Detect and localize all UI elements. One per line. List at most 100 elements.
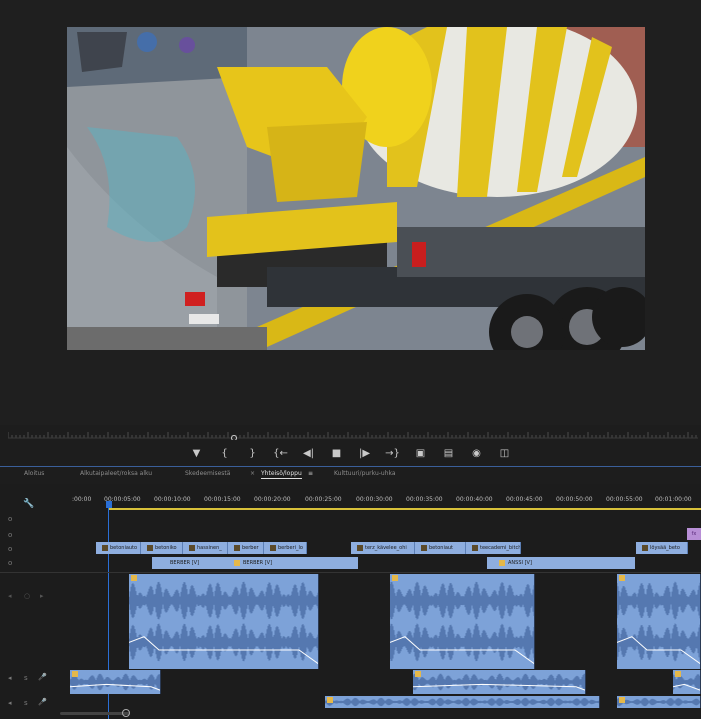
audio-clip[interactable] — [70, 670, 161, 694]
microphone-icon[interactable]: 🎤 — [38, 673, 47, 681]
step-forward-button[interactable]: |▶ — [354, 443, 376, 463]
eye-icon[interactable]: o — [8, 559, 12, 567]
timecode-label: 00:00:40:00 — [456, 496, 493, 503]
track-lock-icon[interactable]: ◂ — [8, 592, 12, 600]
video-clip[interactable]: BERBER [V] — [230, 557, 358, 569]
audio-waveform — [617, 697, 700, 707]
tab-menu-icon[interactable]: ≡ — [308, 470, 313, 477]
timecode-label: 00:00:15:00 — [204, 496, 241, 503]
timecode-label: 00:00:25:00 — [305, 496, 342, 503]
video-frame — [67, 27, 645, 350]
video-clip[interactable]: berber — [228, 542, 264, 554]
step-forward-icon: |▶ — [358, 447, 371, 459]
audio-clip[interactable] — [325, 696, 600, 708]
program-monitor — [0, 0, 701, 425]
step-back-button[interactable]: ◀| — [298, 443, 320, 463]
mark-out-button[interactable]: } — [242, 443, 264, 463]
video-clip[interactable]: hassinen_ — [183, 542, 228, 554]
video-clip[interactable]: ANSSI [V] — [487, 557, 635, 569]
eye-icon[interactable]: o — [8, 515, 12, 523]
monitor-time-ruler[interactable] — [7, 425, 698, 441]
fx-icon — [421, 544, 427, 551]
clip-label: betoniaut — [429, 545, 454, 551]
timecode-label: 00:00:35:00 — [406, 496, 443, 503]
fx-icon — [147, 544, 153, 551]
video-clip[interactable]: berberi_lo — [264, 542, 307, 554]
tab-kulttuuri[interactable]: Kulttuuri/purku-uhka — [334, 470, 396, 477]
clip-label: löysää_beto — [650, 545, 680, 551]
audio-clip[interactable] — [617, 574, 701, 669]
track-output-icon[interactable]: ◂ — [8, 674, 12, 682]
track-sync-icon[interactable]: ○ — [24, 592, 30, 600]
camera-icon: ◉ — [472, 447, 481, 459]
go-to-in-button[interactable]: {← — [270, 443, 292, 463]
fx-icon — [270, 544, 276, 551]
fx-badge[interactable]: fx — [687, 528, 701, 540]
fx-icon — [357, 544, 363, 551]
sequence-tabs: Aloitus Alkutaipaleet/roksa alku Skedeem… — [0, 466, 701, 485]
audio-clip[interactable] — [390, 574, 535, 669]
timeline-scrollbar[interactable] — [60, 712, 130, 715]
timecode-label: 00:00:30:00 — [356, 496, 393, 503]
audio-clip[interactable] — [617, 696, 701, 708]
clip-label: berberi_lo — [278, 545, 303, 551]
fx-icon — [102, 544, 108, 551]
track-divider — [0, 572, 701, 573]
video-clip[interactable]: teecademi_bitch — [466, 542, 521, 554]
compare-button[interactable]: ◫ — [494, 443, 516, 463]
export-frame-button[interactable]: ◉ — [466, 443, 488, 463]
audio-clip[interactable] — [413, 670, 586, 694]
video-clip[interactable]: betoniaut — [415, 542, 466, 554]
audio-waveform — [617, 575, 700, 665]
scrollbar-handle[interactable] — [122, 709, 130, 717]
fx-icon — [472, 544, 478, 551]
work-area-bar[interactable] — [108, 508, 701, 510]
fx-icon — [189, 544, 195, 551]
video-clip[interactable]: betoniauto — [96, 542, 141, 554]
add-marker-button[interactable]: ▼ — [186, 443, 208, 463]
go-to-out-button[interactable]: →} — [382, 443, 404, 463]
video-clip[interactable]: betoniko — [141, 542, 183, 554]
clip-label: berber — [242, 545, 259, 551]
lift-button[interactable]: ▣ — [410, 443, 432, 463]
lift-icon: ▣ — [415, 447, 426, 459]
audio-clip[interactable] — [673, 670, 701, 694]
marker-icon: ▼ — [192, 447, 201, 459]
timecode-label: 00:01:00:00 — [655, 496, 692, 503]
clip-label: betoniauto — [110, 545, 138, 551]
close-tab-icon[interactable]: × — [250, 470, 255, 477]
step-back-icon: ◀| — [302, 447, 315, 459]
video-clip[interactable]: löysää_beto — [636, 542, 688, 554]
tab-yhteiso-loppu[interactable]: Yhteisö/loppu — [261, 470, 302, 479]
timecode-label: 00:00:20:00 — [254, 496, 291, 503]
extract-button[interactable]: ▤ — [438, 443, 460, 463]
playhead-handle[interactable] — [106, 501, 112, 508]
eye-icon[interactable]: o — [8, 545, 12, 553]
fx-icon — [642, 544, 648, 551]
audio-waveform — [129, 575, 318, 665]
wrench-icon[interactable]: 🔧 — [23, 499, 34, 509]
track-target-icon[interactable]: ▸ — [40, 592, 44, 600]
audio-waveform — [390, 575, 534, 665]
cement-truck-image — [67, 27, 645, 350]
tab-skedeemisesta[interactable]: Skedeemisestä — [185, 470, 230, 477]
solo-icon[interactable]: s — [24, 699, 28, 707]
fx-icon — [499, 559, 505, 566]
eye-icon[interactable]: o — [8, 531, 12, 539]
stop-button[interactable]: ■ — [326, 443, 348, 463]
mark-in-icon: { — [221, 447, 228, 459]
video-clip[interactable]: BERBER [V] — [152, 557, 230, 569]
timecode-label: 00:00:50:00 — [556, 496, 593, 503]
microphone-icon[interactable]: 🎤 — [38, 698, 47, 706]
timecode-label: 00:00:10:00 — [154, 496, 191, 503]
video-clip[interactable]: terz_kävelee_ohi — [351, 542, 415, 554]
clip-label: ANSSI [V] — [508, 560, 532, 566]
mark-in-button[interactable]: { — [214, 443, 236, 463]
clip-label: BERBER [V] — [170, 560, 200, 566]
audio-waveform — [413, 671, 585, 691]
tab-aloitus[interactable]: Aloitus — [24, 470, 44, 477]
tab-alkutaipaleet[interactable]: Alkutaipaleet/roksa alku — [80, 470, 152, 477]
audio-clip[interactable] — [129, 574, 319, 669]
solo-icon[interactable]: s — [24, 674, 28, 682]
track-output-icon[interactable]: ◂ — [8, 699, 12, 707]
